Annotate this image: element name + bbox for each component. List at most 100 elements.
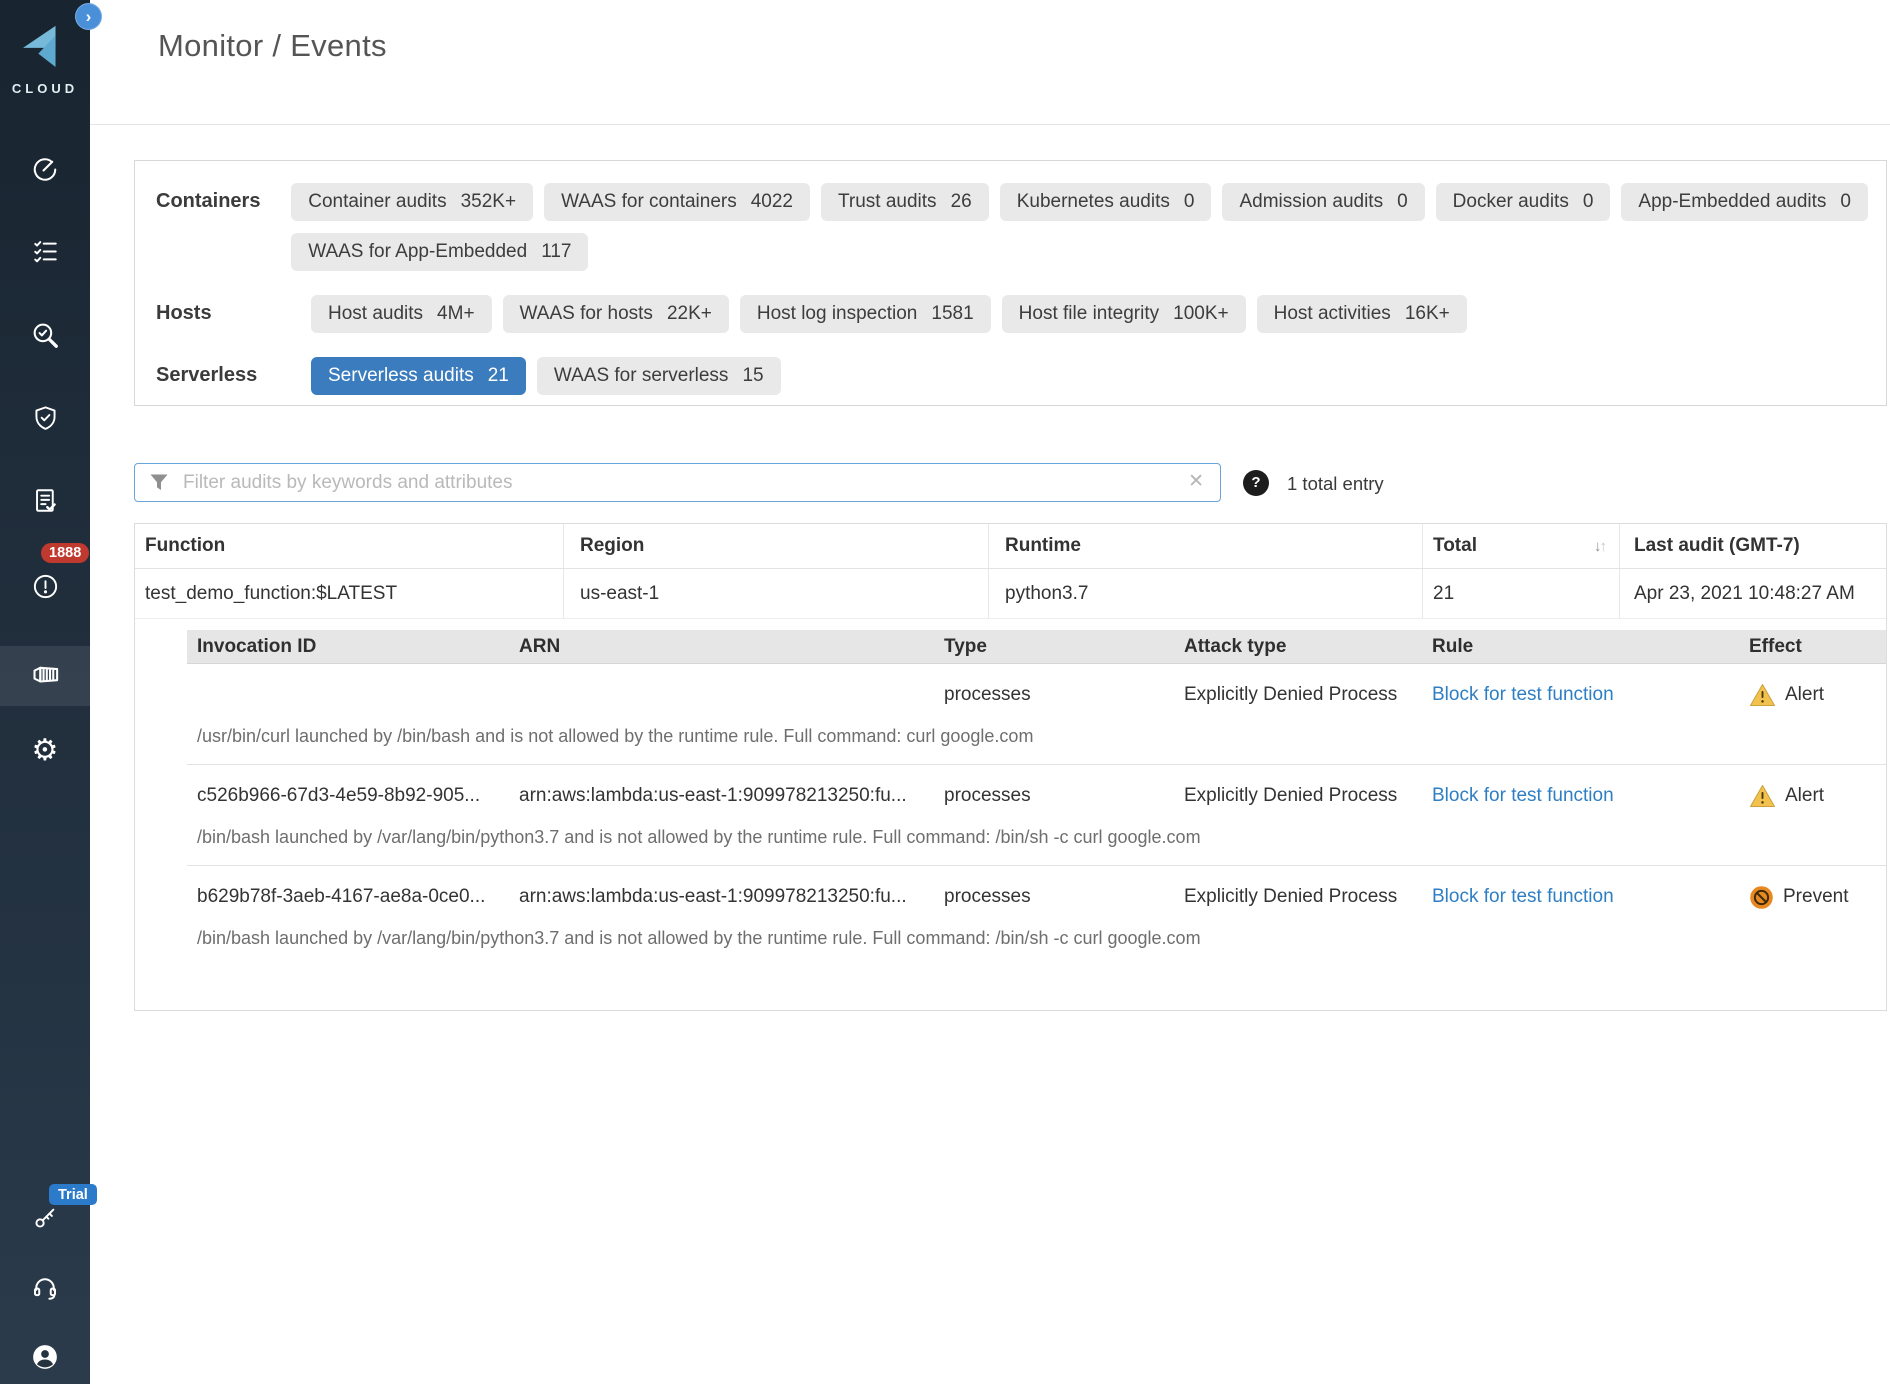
filter-input[interactable] [135,464,1220,501]
col-header-invocation-id: Invocation ID [187,636,509,658]
function-row[interactable]: test_demo_function:$LATEST us-east-1 pyt… [135,569,1886,619]
keys-icon [31,1203,60,1232]
cell-arn: arn:aws:lambda:us-east-1:909978213250:fu… [509,785,934,807]
trial-badge: Trial [49,1184,97,1205]
effect-label: Prevent [1783,886,1848,908]
cell-runtime: python3.7 [989,569,1423,618]
gear-icon: ⚙ [32,736,59,766]
alerts-count-badge: 1888 [41,543,89,563]
category-row-containers: Containers Container audits352K+ WAAS fo… [156,183,1868,283]
audit-row-group: b629b78f-3aeb-4167-ae8a-0ce0... arn:aws:… [187,865,1886,966]
sidebar-item-alerts[interactable] [0,556,90,616]
chip-container-audits[interactable]: Container audits352K+ [291,183,533,221]
sidebar-item-support[interactable] [0,1258,90,1318]
sidebar-expand-button[interactable]: › [75,3,102,30]
sidebar-item-dashboard[interactable] [0,139,90,199]
sidebar-item-profile[interactable] [0,1327,90,1387]
cell-type: processes [934,684,1174,706]
sidebar-item-search[interactable] [0,305,90,365]
category-label-serverless: Serverless [156,357,311,407]
container-icon [30,659,61,690]
prevent-icon [1749,885,1774,910]
cell-attack-type: Explicitly Denied Process [1174,886,1422,908]
effect-label: Alert [1785,785,1824,807]
cell-arn: arn:aws:lambda:us-east-1:909978213250:fu… [509,886,934,908]
cell-region: us-east-1 [564,569,989,618]
cell-attack-type: Explicitly Denied Process [1174,684,1422,706]
cell-invocation-id: b629b78f-3aeb-4167-ae8a-0ce0... [187,886,509,908]
rule-link[interactable]: Block for test function [1432,785,1614,806]
sidebar-item-checklist[interactable] [0,221,90,281]
chip-host-log-inspection[interactable]: Host log inspection1581 [740,295,991,333]
rule-link[interactable]: Block for test function [1432,684,1614,705]
audit-message: /bin/bash launched by /var/lang/bin/pyth… [187,928,1886,966]
col-header-type: Type [934,636,1174,658]
alert-circle-icon [31,572,60,601]
chip-trust-audits[interactable]: Trust audits26 [821,183,989,221]
chip-app-embedded-audits[interactable]: App-Embedded audits0 [1621,183,1868,221]
col-header-attack-type: Attack type [1174,636,1422,658]
sidebar-item-compute[interactable] [0,644,90,704]
chip-host-file-integrity[interactable]: Host file integrity100K+ [1002,295,1246,333]
audit-row[interactable]: c526b966-67d3-4e59-8b92-905... arn:aws:l… [187,765,1886,827]
page-title: Monitor / Events [158,28,387,64]
chip-waas-for-hosts[interactable]: WAAS for hosts22K+ [503,295,729,333]
chip-waas-for-containers[interactable]: WAAS for containers4022 [544,183,810,221]
functions-table-panel: Function Region Runtime Total ↓↑ Last au… [134,523,1887,1011]
cell-type: processes [934,785,1174,807]
rule-link[interactable]: Block for test function [1432,886,1614,907]
category-row-hosts: Hosts Host audits4M+ WAAS for hosts22K+ … [156,295,1868,345]
col-header-effect: Effect [1739,636,1886,658]
col-header-rule: Rule [1422,636,1739,658]
sidebar-item-defend[interactable] [0,388,90,448]
logo-text: CLOUD [0,81,90,96]
audit-row[interactable]: processes Explicitly Denied Process Bloc… [187,664,1886,726]
cell-total: 21 [1423,569,1620,618]
clear-filter-icon[interactable]: ✕ [1188,470,1204,493]
col-header-runtime[interactable]: Runtime [989,524,1423,568]
category-label-containers: Containers [156,183,291,283]
col-header-arn: ARN [509,636,934,658]
filter-bar: ✕ [134,463,1221,502]
chip-serverless-audits[interactable]: Serverless audits21 [311,357,526,395]
col-header-last-audit[interactable]: Last audit (GMT-7) [1620,524,1886,568]
audit-row-group: processes Explicitly Denied Process Bloc… [187,664,1886,764]
col-header-region[interactable]: Region [564,524,989,568]
col-header-total[interactable]: Total ↓↑ [1423,524,1620,568]
sort-icon: ↓↑ [1594,538,1605,555]
sidebar-item-settings[interactable]: ⚙ [0,721,90,781]
audit-row-group: c526b966-67d3-4e59-8b92-905... arn:aws:l… [187,764,1886,865]
cell-function: test_demo_function:$LATEST [135,569,564,618]
shield-check-icon [31,404,60,433]
category-row-serverless: Serverless Serverless audits21 WAAS for … [156,357,1868,407]
audit-message: /usr/bin/curl launched by /bin/bash and … [187,726,1886,764]
chip-host-audits[interactable]: Host audits4M+ [311,295,492,333]
audit-row[interactable]: b629b78f-3aeb-4167-ae8a-0ce0... arn:aws:… [187,866,1886,928]
chip-kubernetes-audits[interactable]: Kubernetes audits0 [1000,183,1212,221]
help-icon[interactable]: ? [1243,470,1269,496]
search-check-icon [30,320,61,351]
chip-waas-for-serverless[interactable]: WAAS for serverless15 [537,357,781,395]
cell-invocation-id: c526b966-67d3-4e59-8b92-905... [187,785,509,807]
app-logo: CLOUD [0,24,90,96]
cell-type: processes [934,886,1174,908]
page-header: Monitor / Events [90,0,1890,125]
chip-waas-for-app-embedded[interactable]: WAAS for App-Embedded117 [291,233,588,271]
sidebar: CLOUD 1888 [0,0,90,1384]
audits-subtable: Invocation ID ARN Type Attack type Rule … [187,630,1886,966]
document-check-icon [31,486,60,515]
chip-docker-audits[interactable]: Docker audits0 [1436,183,1611,221]
cloud-logo-icon [20,24,70,68]
sidebar-item-compliance[interactable] [0,470,90,530]
col-header-function[interactable]: Function [135,524,564,568]
audit-category-panel: Containers Container audits352K+ WAAS fo… [134,160,1887,406]
chip-host-activities[interactable]: Host activities16K+ [1257,295,1467,333]
alert-triangle-icon [1749,683,1776,707]
chip-admission-audits[interactable]: Admission audits0 [1222,183,1424,221]
gauge-icon [30,154,60,184]
total-entry-label: 1 total entry [1287,471,1384,497]
headset-icon [30,1273,60,1303]
cell-attack-type: Explicitly Denied Process [1174,785,1422,807]
user-icon [30,1342,60,1372]
functions-table-header: Function Region Runtime Total ↓↑ Last au… [135,524,1886,569]
